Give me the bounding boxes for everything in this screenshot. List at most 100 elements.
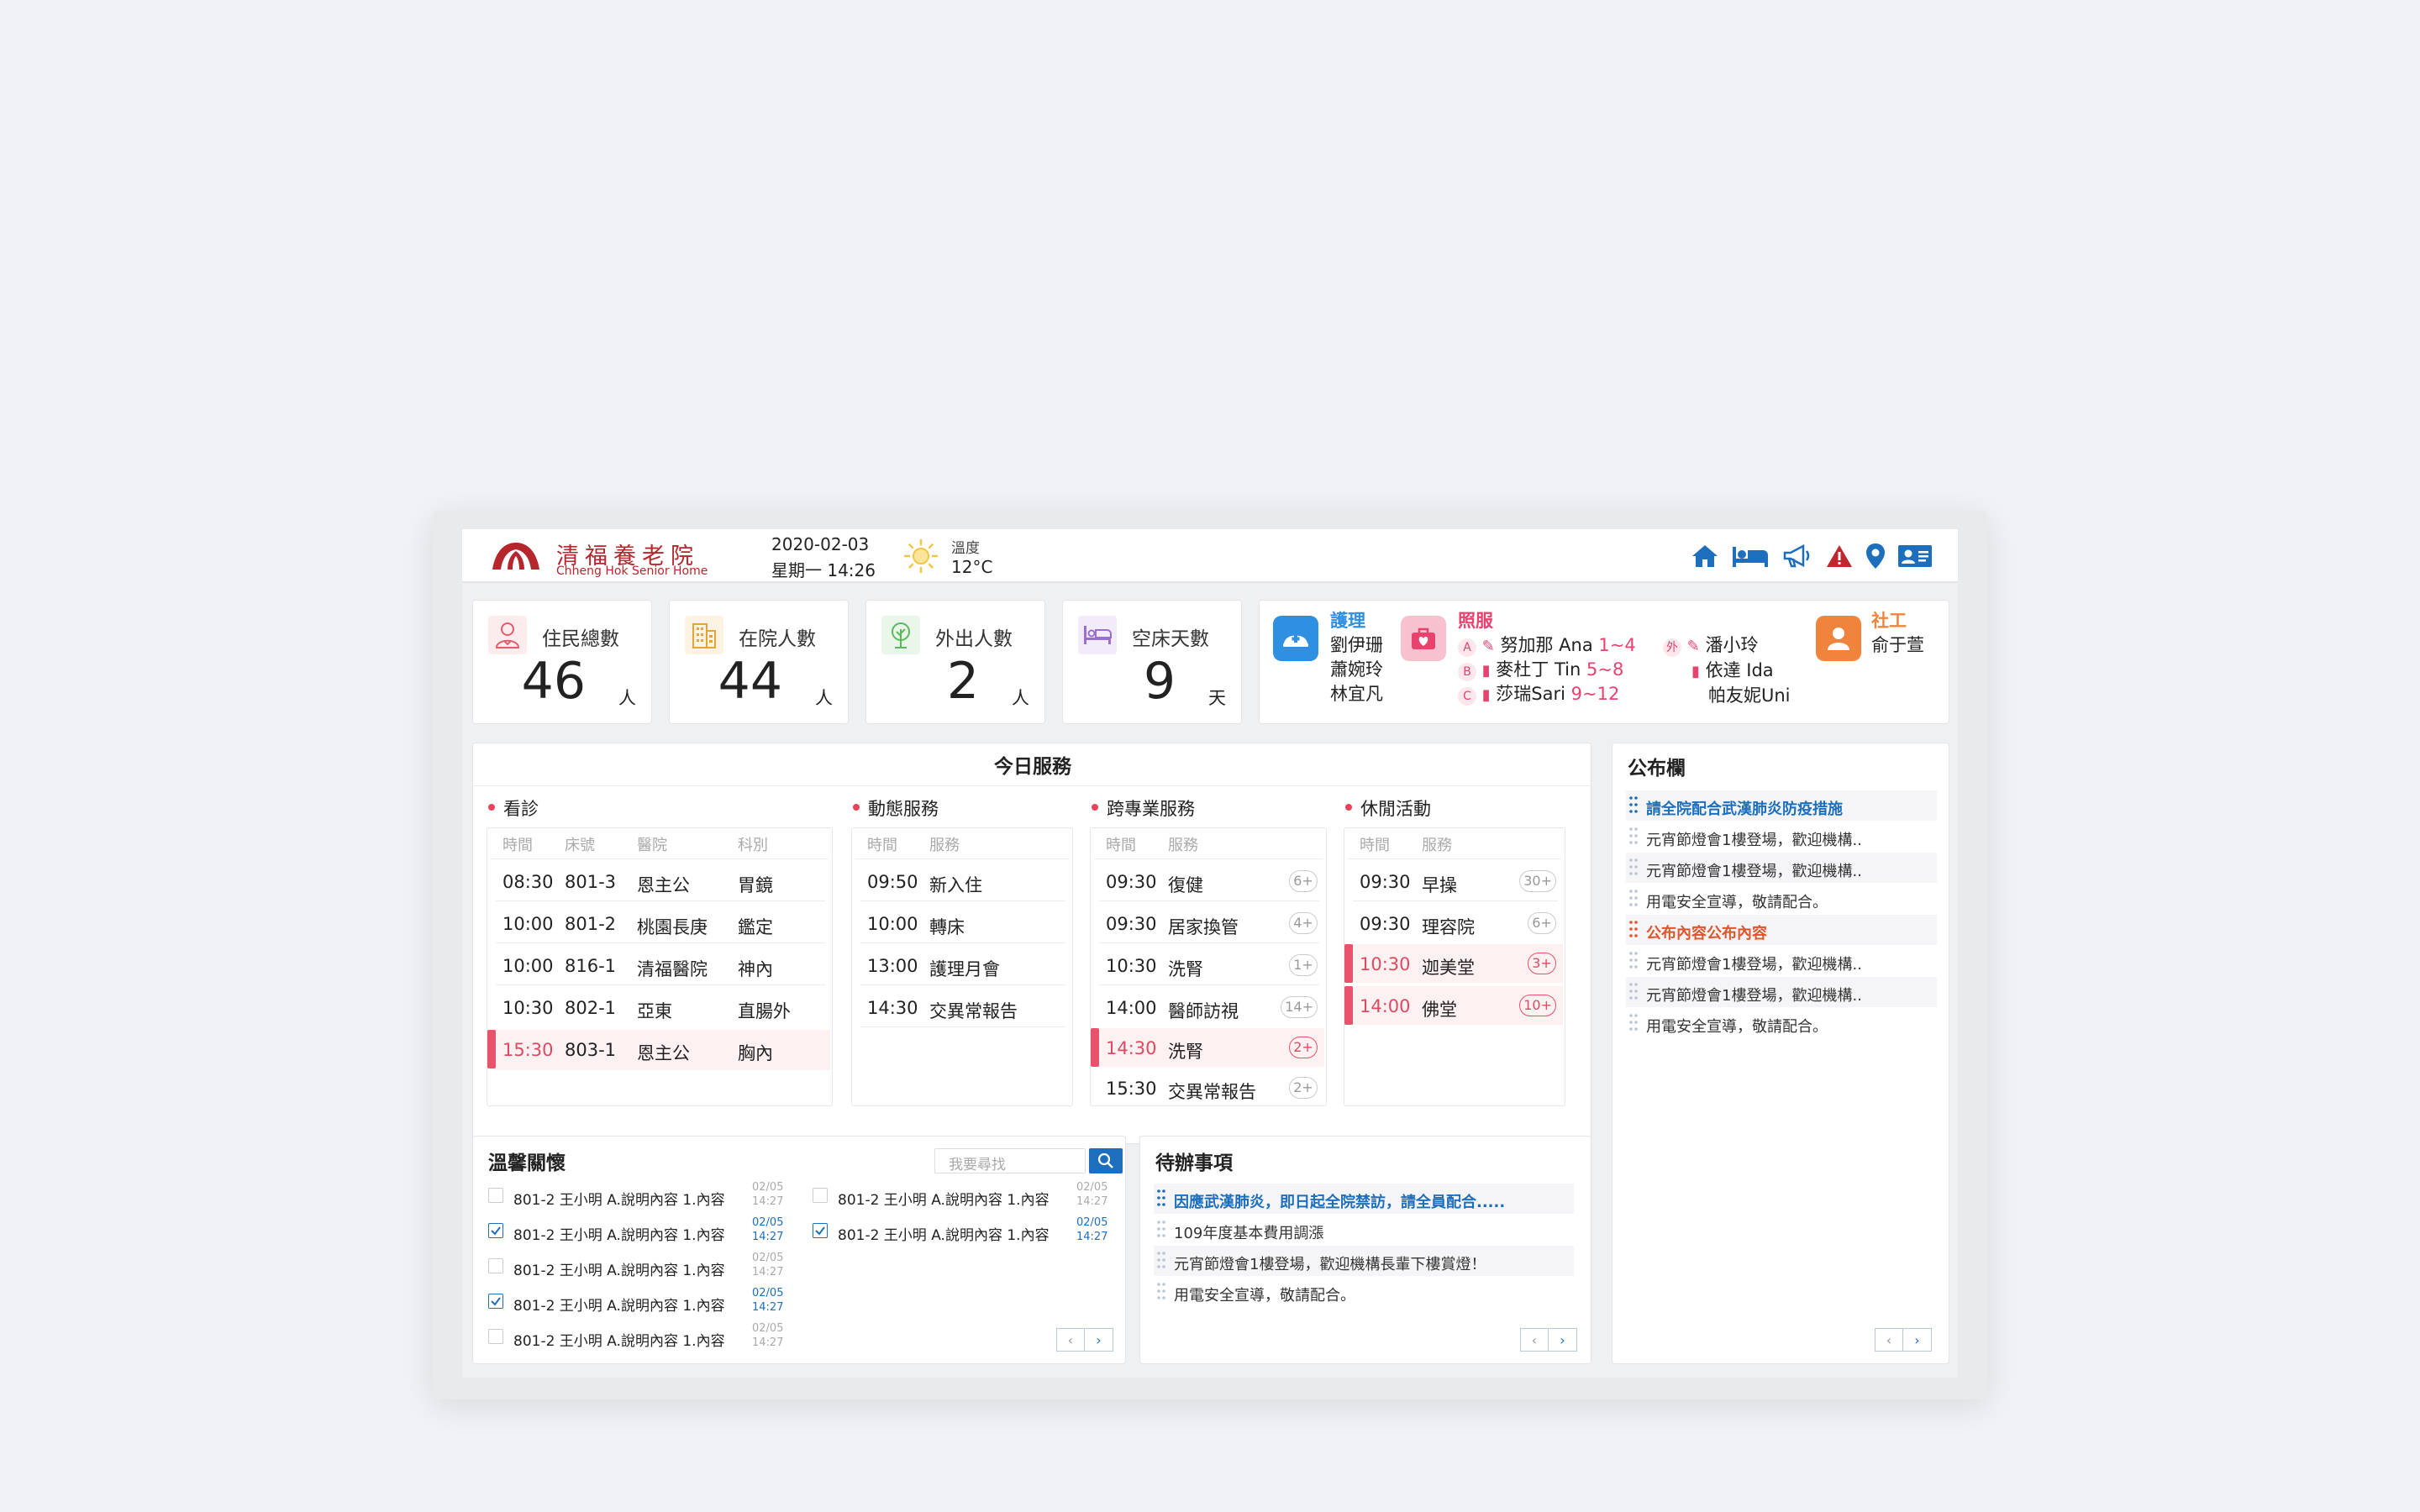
search-input[interactable]: 我要尋找 [934,1148,1086,1173]
checkbox[interactable] [488,1329,503,1344]
col-header: 服務 [1168,837,1198,854]
todo-pager: ‹ › [1520,1328,1577,1352]
phone-icon: ▮ [1481,662,1491,680]
nursing-title: 護理 [1330,611,1365,631]
cross-service-table: 時間 服務 09:30 復健 6+ 09:30 居家換管 4+ 10:30 洗腎 1+ 14… [1090,827,1327,1106]
table-row[interactable]: 15:30 交異常報告 2+ [1094,1068,1324,1107]
staff-name: 努加那 Ana [1500,635,1593,655]
dashboard-screen: 清福養老院 Chheng Hok Senior Home 2020-02-03 … [462,529,1958,1378]
bulletin-item[interactable]: 元宵節燈會1樓登場，歡迎機構.. [1626,822,1937,852]
clinic-title: 看診 [488,795,539,821]
temperature-label: 溫度 [951,540,980,557]
col-header: 時間 [1106,837,1136,854]
id-card-icon[interactable] [1897,543,1933,569]
table-row[interactable]: 09:30 早操 30+ [1348,862,1563,900]
checkbox[interactable] [488,1258,503,1273]
count-badge: 30+ [1519,870,1556,892]
next-page-button[interactable]: › [1549,1328,1577,1352]
count-badge: 14+ [1281,996,1318,1018]
stat-value: 46 [521,652,586,711]
drag-handle-icon [1629,890,1638,906]
next-page-button[interactable]: › [1903,1328,1932,1352]
care-title: 溫馨關懷 [488,1152,566,1174]
table-row[interactable]: 10:30 802-1 亞東 直腸外 [491,988,830,1026]
checkbox-checked[interactable] [813,1223,828,1238]
social-worker: 社工 俞于萱 [1871,609,1924,658]
location-pin-icon[interactable] [1865,543,1886,570]
care-group-b: B ▮ 麥杜丁 Tin 5~8 [1458,658,1623,683]
bulletin-item[interactable]: 用電安全宣導，敬請配合。 [1626,1008,1937,1038]
table-row[interactable]: 10:00 816-1 清福醫院 神內 [491,946,830,984]
dynamic-service-title: 動態服務 [853,795,939,821]
megaphone-icon[interactable] [1781,543,1813,569]
table-row-highlighted[interactable]: 10:30 迦美堂 3+ [1344,944,1563,983]
col-header: 時間 [867,837,897,854]
social-title: 社工 [1871,611,1907,631]
staff-name: 麥杜丁 Tin [1496,659,1581,680]
checkbox[interactable] [813,1188,828,1203]
drag-handle-icon [1629,1014,1638,1031]
prev-page-button[interactable]: ‹ [1056,1328,1085,1352]
drag-handle-icon [1157,1189,1165,1206]
table-row-highlighted[interactable]: 14:00 佛堂 10+ [1344,986,1563,1025]
table-row[interactable]: 14:00 醫師訪視 14+ [1094,988,1324,1026]
bulletin-title: 公布欄 [1628,758,1686,780]
staff-name: 莎瑞Sari [1496,684,1565,704]
bed-range: 1~4 [1598,635,1636,655]
table-row-highlighted[interactable]: 14:30 洗腎 2+ [1091,1028,1324,1067]
bulletin-item[interactable]: 元宵節燈會1樓登場，歡迎機構.. [1626,946,1937,976]
search-button[interactable] [1089,1148,1123,1173]
table-row[interactable]: 14:30 交異常報告 [855,988,1071,1026]
staff-name: 蕭婉玲 [1330,659,1383,680]
next-page-button[interactable]: › [1085,1328,1113,1352]
bulletin-item[interactable]: 用電安全宣導，敬請配合。 [1626,884,1937,914]
stat-value: 2 [946,652,979,711]
bulletin-pager: ‹ › [1875,1328,1932,1352]
bed-icon[interactable] [1731,543,1770,569]
care-title: 照服 [1458,611,1493,631]
todo-item[interactable]: 元宵節燈會1樓登場，歡迎機構長輩下樓賞燈！ [1154,1246,1574,1276]
table-row[interactable]: 10:30 洗腎 1+ [1094,946,1324,984]
phone-icon: ▮ [1481,686,1491,704]
care-group-c: C ▮ 莎瑞Sari 9~12 [1458,682,1619,707]
home-icon[interactable] [1691,543,1719,569]
count-badge: 10+ [1519,995,1556,1016]
checkbox[interactable] [488,1188,503,1203]
checkbox-checked[interactable] [488,1223,503,1238]
table-row[interactable]: 09:30 復健 6+ [1094,862,1324,900]
temperature-value: 12°C [951,557,993,577]
bulletin-item[interactable]: 請全院配合武漢肺炎防疫措施 [1626,790,1937,821]
table-row[interactable]: 09:30 理容院 6+ [1348,904,1563,942]
bulletin-item[interactable]: 元宵節燈會1樓登場，歡迎機構.. [1626,977,1937,1007]
table-row[interactable]: 10:00 轉床 [855,904,1071,942]
bulletin-board-panel: 公布欄 請全院配合武漢肺炎防疫措施 元宵節燈會1樓登場，歡迎機構.. 元宵節燈會… [1612,743,1949,1364]
staff-name: 劉伊珊 [1330,635,1383,655]
prev-page-button[interactable]: ‹ [1875,1328,1903,1352]
table-row-highlighted[interactable]: 15:30 803-1 恩主公 胸內 [487,1030,830,1070]
sun-icon [903,538,939,574]
checkbox-checked[interactable] [488,1294,503,1309]
todo-item[interactable]: 因應武漢肺炎，即日起全院禁訪，請全員配合..... [1154,1184,1574,1214]
table-row[interactable]: 09:30 居家換管 4+ [1094,904,1324,942]
col-header: 科別 [738,837,768,854]
stat-unit: 人 [1012,688,1029,708]
stat-value: 44 [718,652,782,711]
bed-range: 5~8 [1586,659,1624,680]
col-header: 床號 [565,837,595,854]
today-service-title: 今日服務 [994,756,1071,778]
prev-page-button[interactable]: ‹ [1520,1328,1549,1352]
bulletin-item[interactable]: 公布內容公布內容 [1626,915,1937,945]
warning-icon[interactable] [1825,543,1854,569]
table-row[interactable]: 10:00 801-2 桃園長庚 鑑定 [491,904,830,942]
edit-icon: ✎ [1686,638,1700,655]
count-badge: 2+ [1289,1077,1318,1099]
todo-item[interactable]: 109年度基本費用調漲 [1154,1215,1574,1245]
table-row[interactable]: 09:50 新入住 [855,862,1071,900]
table-row[interactable]: 13:00 護理月會 [855,946,1071,984]
drag-handle-icon [1629,921,1638,937]
bulletin-item[interactable]: 元宵節燈會1樓登場，歡迎機構.. [1626,853,1937,883]
table-row[interactable]: 08:30 801-3 恩主公 胃鏡 [491,862,830,900]
edit-icon: ✎ [1481,638,1495,655]
todo-item[interactable]: 用電安全宣導，敬請配合。 [1154,1277,1574,1307]
stat-value: 9 [1143,652,1176,711]
